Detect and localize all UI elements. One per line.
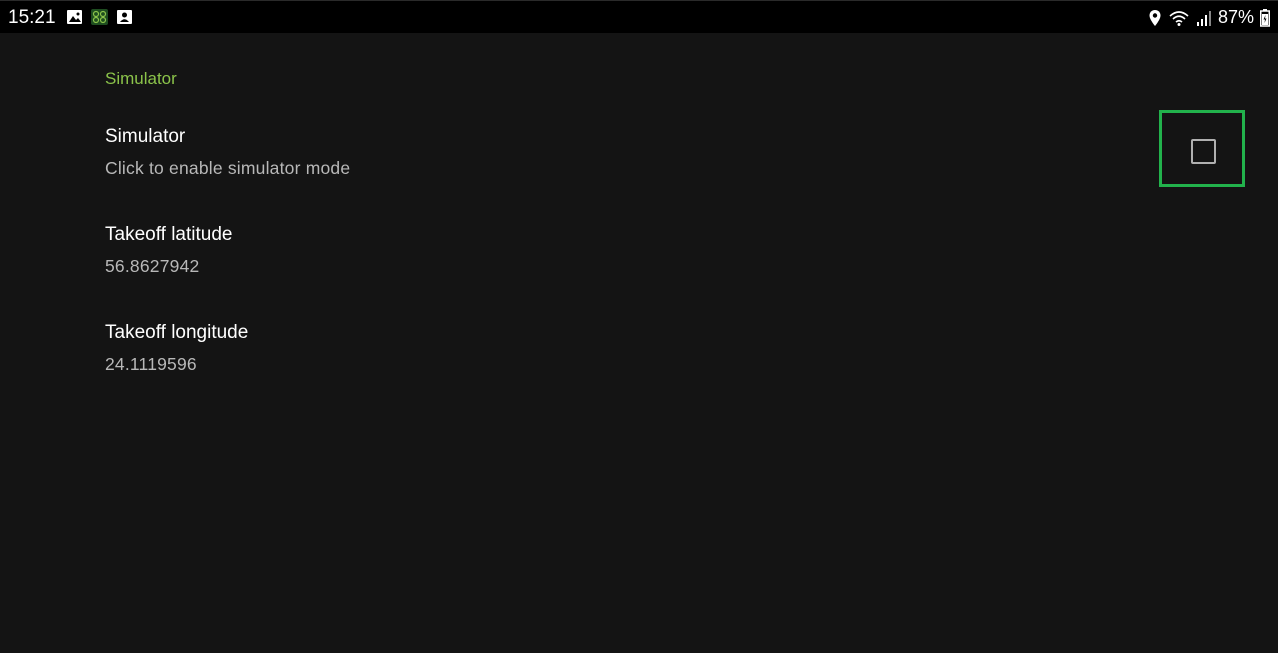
system-icons: 87%	[1148, 7, 1270, 28]
category-title: Simulator	[105, 69, 177, 88]
signal-icon	[1196, 10, 1211, 26]
battery-icon	[1260, 8, 1270, 27]
preferences-screen: Simulator Simulator Click to enable simu…	[0, 33, 1278, 653]
preference-title: Takeoff longitude	[105, 322, 249, 343]
simulator-preference[interactable]: Simulator Click to enable simulator mode	[0, 118, 1278, 198]
battery-percent: 87%	[1217, 7, 1254, 27]
preference-title: Simulator	[105, 126, 186, 147]
app-icon	[91, 9, 108, 25]
simulator-checkbox[interactable]	[1191, 139, 1216, 164]
notification-icons	[66, 9, 133, 25]
preference-summary: 56.8627942	[105, 256, 200, 276]
preference-summary: 24.1119596	[105, 354, 197, 374]
wifi-icon	[1169, 10, 1189, 26]
takeoff-latitude-preference[interactable]: Takeoff latitude 56.8627942	[0, 216, 1278, 296]
status-time: 15:21	[8, 7, 56, 28]
preference-title: Takeoff latitude	[105, 224, 233, 245]
status-bar: 15:21 87%	[0, 0, 1278, 33]
image-icon	[67, 10, 82, 24]
takeoff-longitude-preference[interactable]: Takeoff longitude 24.1119596	[0, 314, 1278, 394]
preference-summary: Click to enable simulator mode	[105, 158, 351, 178]
location-pin-icon	[1149, 9, 1161, 26]
contact-card-icon	[117, 10, 132, 24]
